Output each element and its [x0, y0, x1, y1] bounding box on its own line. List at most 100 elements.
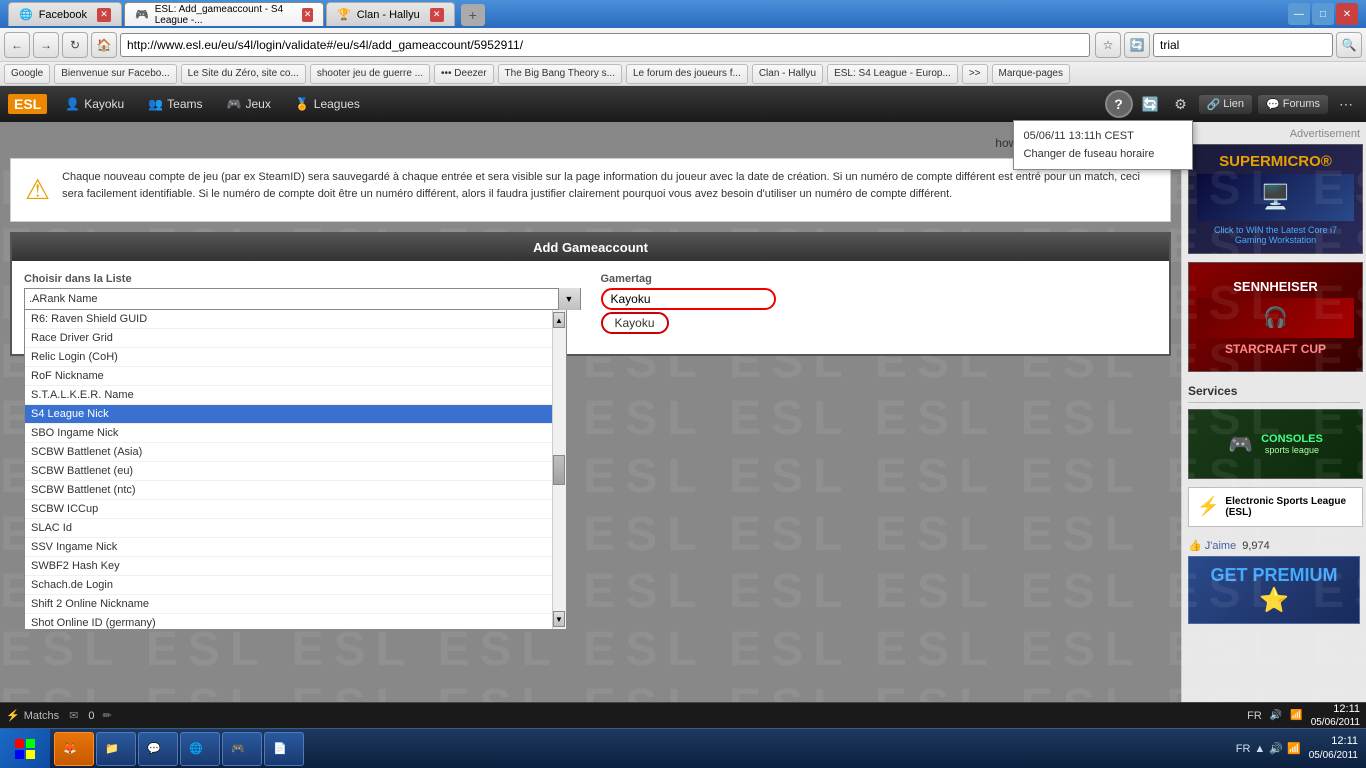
minimize-button[interactable]: —	[1288, 3, 1310, 25]
gamertag-label: Gamertag	[601, 273, 1158, 285]
dropdown-wrapper: .ARank Name ▼ R6: Raven Shield GUID Race…	[24, 288, 581, 310]
taskbar-game[interactable]: 🎮	[222, 732, 262, 766]
bookmark-deezer[interactable]: ••• Deezer	[434, 64, 494, 84]
tab-favicon-esl: 🎮	[135, 8, 149, 21]
help-button[interactable]: ?	[1105, 90, 1133, 118]
scroll-down-arrow[interactable]: ▼	[553, 611, 565, 627]
tab-label-esl: ESL: Add_gameaccount - S4 League -...	[155, 4, 293, 26]
system-tray: FR ▲ 🔊 📶	[1228, 742, 1309, 755]
tab-esl[interactable]: 🎮 ESL: Add_gameaccount - S4 League -... …	[124, 2, 324, 26]
bookmark-star[interactable]: ☆	[1095, 32, 1121, 58]
dropdown-item-scbw-ntc[interactable]: SCBW Battlenet (ntc)	[25, 481, 566, 500]
bookmark-more[interactable]: >>	[962, 64, 988, 84]
bookmark-shooter[interactable]: shooter jeu de guerre ...	[310, 64, 430, 84]
tab-facebook[interactable]: 🌐 Facebook ✕	[8, 2, 122, 26]
bookmark-forum[interactable]: Le forum des joueurs f...	[626, 64, 748, 84]
taskbar-pdf[interactable]: 📄	[264, 732, 304, 766]
refresh-button[interactable]: 🔄	[1124, 32, 1150, 58]
gamertag-input[interactable]	[601, 288, 776, 310]
taskbar-msn[interactable]: 🌐	[180, 732, 220, 766]
bookmark-facebook[interactable]: Bienvenue sur Facebo...	[54, 64, 176, 84]
forward-button[interactable]: →	[33, 32, 59, 58]
close-button[interactable]: ✕	[1336, 3, 1358, 25]
gamertag-value: Kayoku	[601, 312, 669, 334]
dropdown-item-shift2[interactable]: Shift 2 Online Nickname	[25, 595, 566, 614]
bottom-right: FR 🔊 📶 12:11 05/06/2011	[1247, 702, 1360, 728]
dropdown-item-sbo[interactable]: SBO Ingame Nick	[25, 424, 566, 443]
form-col-list: Choisir dans la Liste .ARank Name ▼ R6: …	[24, 273, 581, 334]
dropdown-item-shot-de[interactable]: Shot Online ID (germany)	[25, 614, 566, 630]
maximize-button[interactable]: □	[1312, 3, 1334, 25]
search-input[interactable]	[1153, 33, 1333, 57]
dropdown-item-race[interactable]: Race Driver Grid	[25, 329, 566, 348]
scroll-up-arrow[interactable]: ▲	[553, 312, 565, 328]
warning-icon: ⚠	[25, 169, 50, 211]
scroll-thumb[interactable]	[553, 455, 565, 485]
skype-icon: 💬	[147, 742, 161, 755]
nav-leagues[interactable]: 🏅 Leagues	[285, 93, 370, 115]
bookmark-esl[interactable]: ESL: S4 League - Europ...	[827, 64, 958, 84]
windows-logo	[13, 737, 37, 761]
taskbar-time: 12:11 05/06/2011	[1309, 734, 1366, 763]
dropdown-item-scbw-asia[interactable]: SCBW Battlenet (Asia)	[25, 443, 566, 462]
address-bar[interactable]	[120, 33, 1090, 57]
dropdown-item-scbw-eu[interactable]: SCBW Battlenet (eu)	[25, 462, 566, 481]
tooltip-popup: 05/06/11 13:11h CEST Changer de fuseau h…	[1013, 120, 1193, 170]
taskbar-firefox[interactable]: 🦊	[54, 732, 94, 766]
message-count: 0	[88, 710, 94, 722]
taskbar: 🦊 📁 💬 🌐 🎮 📄 FR ▲ 🔊 📶 12:11 05/06/2011	[0, 728, 1366, 768]
refresh-icon[interactable]: 🔄	[1139, 92, 1163, 116]
dropdown-item-schach[interactable]: Schach.de Login	[25, 576, 566, 595]
dropdown-header[interactable]: .ARank Name ▼	[24, 288, 581, 310]
lien-button[interactable]: 🔗 Lien	[1199, 95, 1253, 114]
more-icon[interactable]: ⋯	[1334, 92, 1358, 116]
taskbar-skype[interactable]: 💬	[138, 732, 178, 766]
dropdown-value: .ARank Name	[25, 293, 558, 305]
matchs-bar: ⚡ Matchs ✉ 0 ✏ FR 🔊 📶 12:11 05/06/2011	[0, 702, 1366, 728]
tab-close-clan[interactable]: ✕	[430, 8, 444, 22]
taskbar-explorer[interactable]: 📁	[96, 732, 136, 766]
advertisement-label: Advertisement	[1188, 128, 1360, 144]
dropdown-item-rof[interactable]: RoF Nickname	[25, 367, 566, 386]
dropdown-item-relic[interactable]: Relic Login (CoH)	[25, 348, 566, 367]
bookmark-google[interactable]: Google	[4, 64, 50, 84]
settings-wrapper: ⚙ 05/06/11 13:11h CEST Changer de fuseau…	[1169, 92, 1193, 116]
dropdown-arrow[interactable]: ▼	[558, 288, 580, 310]
tab-clan[interactable]: 🏆 Clan - Hallyu ✕	[326, 2, 455, 26]
dropdown-scrollbar[interactable]: ▲ ▼	[552, 310, 566, 629]
bookmark-clan[interactable]: Clan - Hallyu	[752, 64, 823, 84]
dropdown-item-scbw-iccup[interactable]: SCBW ICCup	[25, 500, 566, 519]
nav-jeux[interactable]: 🎮 Jeux	[217, 93, 281, 115]
title-bar: 🌐 Facebook ✕ 🎮 ESL: Add_gameaccount - S4…	[0, 0, 1366, 28]
tab-close-esl[interactable]: ✕	[302, 8, 313, 22]
dropdown-item-slac[interactable]: SLAC Id	[25, 519, 566, 538]
back-button[interactable]: ←	[4, 32, 30, 58]
tooltip-datetime: 05/06/11 13:11h CEST	[1024, 127, 1182, 145]
forums-button[interactable]: 💬 Forums	[1258, 95, 1328, 114]
dropdown-item-stalker[interactable]: S.T.A.L.K.E.R. Name	[25, 386, 566, 405]
bookmark-bigbang[interactable]: The Big Bang Theory s...	[498, 64, 622, 84]
add-gameaccount-form: Add Gameaccount Choisir dans la Liste .A…	[10, 232, 1171, 356]
settings-icon[interactable]: ⚙	[1169, 92, 1193, 116]
home-button[interactable]: 🏠	[91, 32, 117, 58]
reload-button[interactable]: ↻	[62, 32, 88, 58]
firefox-icon: 🦊	[63, 742, 77, 755]
dropdown-item-ssv[interactable]: SSV Ingame Nick	[25, 538, 566, 557]
dropdown-item-swbf2[interactable]: SWBF2 Hash Key	[25, 557, 566, 576]
search-button[interactable]: 🔍	[1336, 32, 1362, 58]
bookmark-siteduzero[interactable]: Le Site du Zéro, site co...	[181, 64, 306, 84]
tab-close-facebook[interactable]: ✕	[97, 8, 111, 22]
dropdown-list[interactable]: R6: Raven Shield GUID Race Driver Grid R…	[24, 310, 567, 630]
kayoku-icon: 👤	[65, 97, 80, 111]
bookmark-marque[interactable]: Marque-pages	[992, 64, 1070, 84]
start-button[interactable]	[0, 729, 50, 768]
dropdown-item-r6[interactable]: R6: Raven Shield GUID	[25, 310, 566, 329]
form-title: Add Gameaccount	[12, 234, 1169, 261]
tray-arrow: ▲	[1254, 743, 1265, 755]
warning-box: ⚠ Chaque nouveau compte de jeu (par ex S…	[10, 158, 1171, 222]
dropdown-item-s4league[interactable]: S4 League Nick	[25, 405, 566, 424]
new-tab-button[interactable]: +	[461, 4, 485, 26]
nav-kayoku[interactable]: 👤 Kayoku	[55, 93, 134, 115]
nav-teams[interactable]: 👥 Teams	[138, 93, 212, 115]
tooltip-change-timezone[interactable]: Changer de fuseau horaire	[1024, 145, 1182, 163]
